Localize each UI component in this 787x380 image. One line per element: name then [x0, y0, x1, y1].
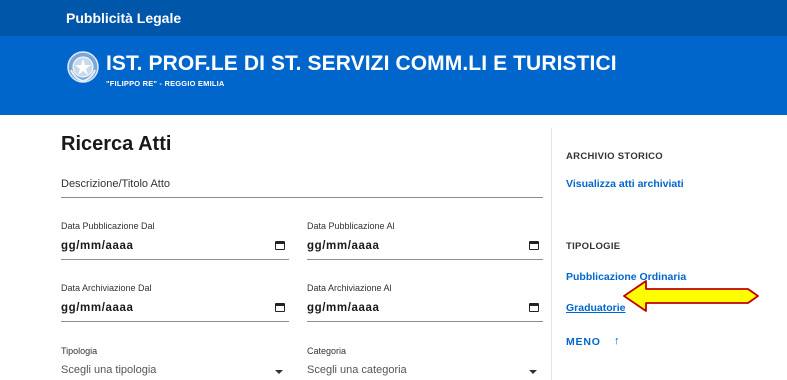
header-main: IST. PROF.LE DI ST. SERVIZI COMM.LI E TU… [0, 36, 787, 115]
pub-date-from-label: Data Pubblicazione Dal [61, 221, 155, 231]
categoria-label: Categoria [307, 346, 347, 356]
archive-link[interactable]: Visualizza atti archiviati [566, 178, 684, 190]
chevron-down-icon[interactable] [529, 370, 537, 374]
page-title: Ricerca Atti [61, 133, 172, 155]
annotation-arrow-icon [623, 280, 759, 312]
top-strip: Pubblicità Legale [0, 0, 787, 36]
arch-date-from-value: gg/mm/aaaa [61, 302, 134, 314]
pub-date-to-field[interactable]: Data Pubblicazione Al gg/mm/aaaa [307, 217, 543, 260]
sidebar-item-graduatorie[interactable]: Graduatorie [566, 302, 626, 314]
description-input[interactable]: Descrizione/Titolo Atto [61, 170, 543, 198]
arch-date-to-value: gg/mm/aaaa [307, 302, 380, 314]
arrow-up-icon[interactable]: ↑ [614, 335, 620, 347]
tipologia-placeholder: Scegli una tipologia [61, 364, 157, 376]
description-placeholder: Descrizione/Titolo Atto [61, 178, 171, 190]
categoria-placeholder: Scegli una categoria [307, 364, 407, 376]
school-subtitle: "FILIPPO RE" - REGGIO EMILIA [106, 79, 225, 88]
site-header: Pubblicità Legale IST. PROF.LE DI ST. SE… [0, 0, 787, 115]
categoria-select[interactable]: Categoria Scegli una categoria [307, 342, 543, 380]
calendar-icon[interactable] [275, 241, 285, 250]
arch-date-from-field[interactable]: Data Archiviazione Dal gg/mm/aaaa [61, 279, 289, 322]
pub-date-to-value: gg/mm/aaaa [307, 240, 380, 252]
types-heading: TIPOLOGIE [566, 241, 621, 252]
calendar-icon[interactable] [275, 303, 285, 312]
arch-date-to-field[interactable]: Data Archiviazione Al gg/mm/aaaa [307, 279, 543, 322]
pub-date-from-value: gg/mm/aaaa [61, 240, 134, 252]
calendar-icon[interactable] [529, 303, 539, 312]
chevron-down-icon[interactable] [275, 370, 283, 374]
sidebar-divider [551, 128, 552, 380]
tipologia-select[interactable]: Tipologia Scegli una tipologia [61, 342, 289, 380]
pub-date-to-label: Data Pubblicazione Al [307, 221, 395, 231]
archive-heading: ARCHIVIO STORICO [566, 151, 663, 162]
calendar-icon[interactable] [529, 241, 539, 250]
italian-republic-emblem-icon[interactable] [66, 50, 100, 84]
arch-date-to-label: Data Archiviazione Al [307, 283, 392, 293]
arch-date-from-label: Data Archiviazione Dal [61, 283, 152, 293]
tipologia-label: Tipologia [61, 346, 98, 356]
less-toggle[interactable]: MENO [566, 336, 601, 348]
school-name[interactable]: IST. PROF.LE DI ST. SERVIZI COMM.LI E TU… [106, 52, 617, 76]
pub-date-from-field[interactable]: Data Pubblicazione Dal gg/mm/aaaa [61, 217, 289, 260]
top-strip-title[interactable]: Pubblicità Legale [66, 10, 181, 26]
